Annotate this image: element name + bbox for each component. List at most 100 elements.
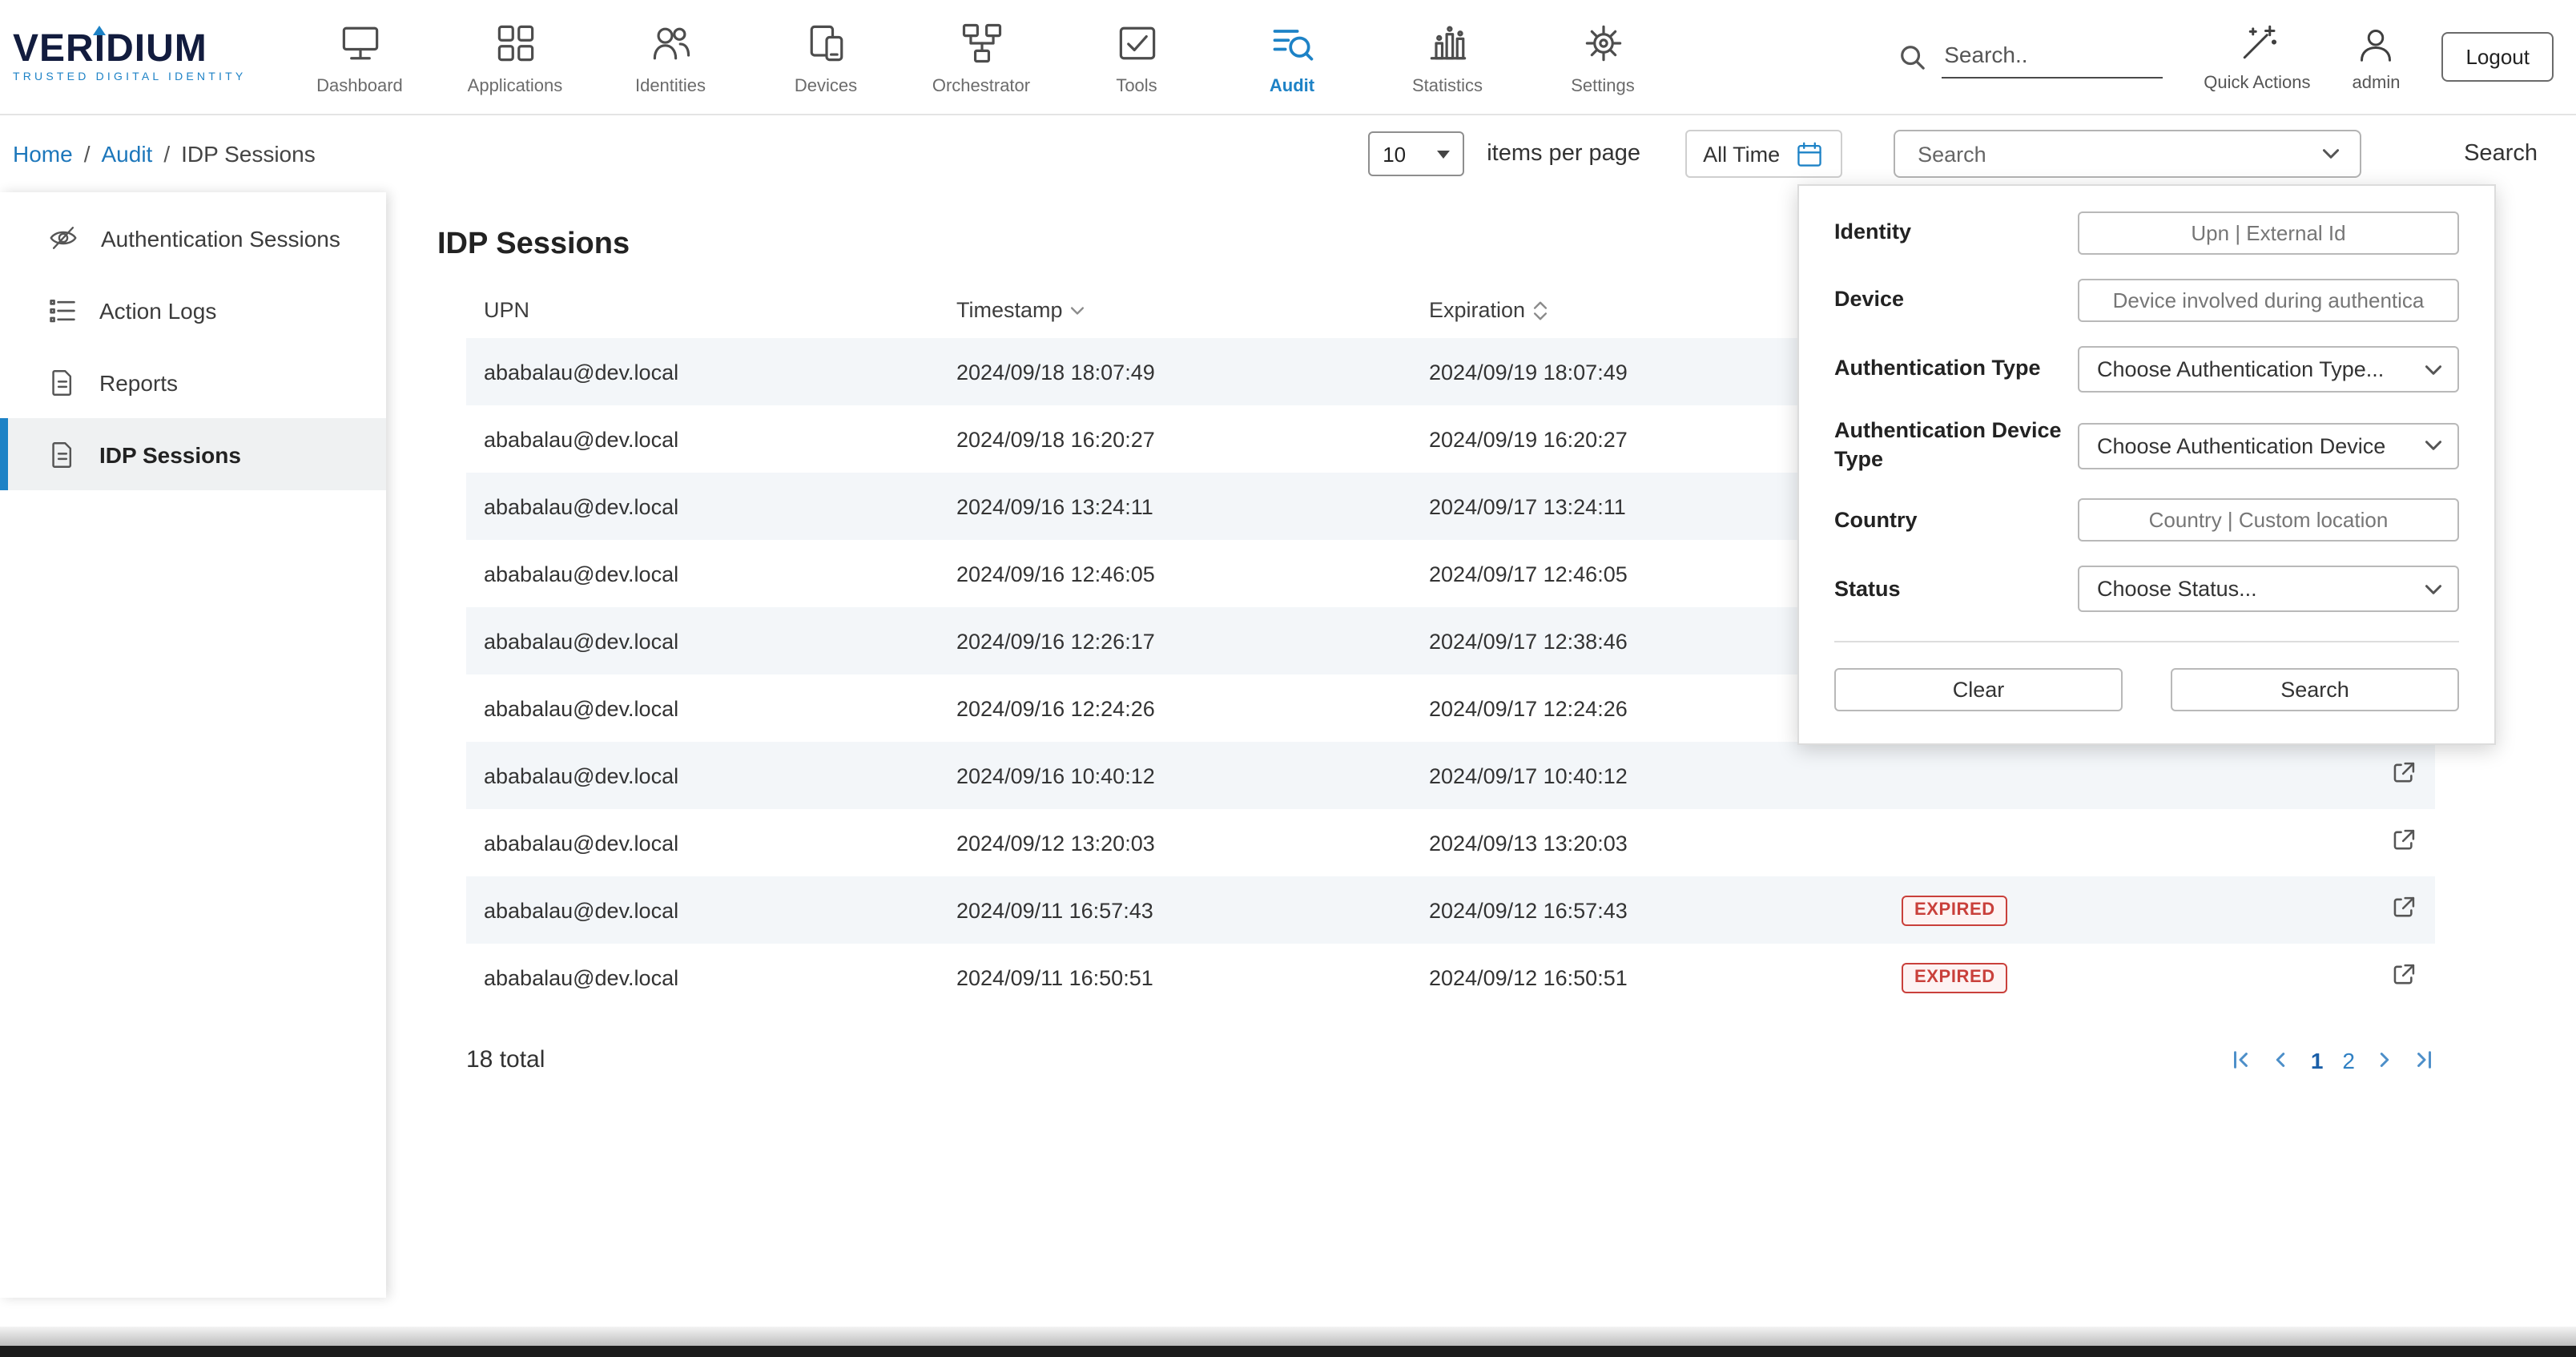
cell-upn: ababalau@dev.local <box>466 473 939 540</box>
cell-upn: ababalau@dev.local <box>466 405 939 473</box>
sidebar-item-reports[interactable]: Reports <box>0 346 386 418</box>
filter-row-identity: Identity <box>1834 211 2459 255</box>
bottom-dark-bar <box>0 1346 2576 1357</box>
filter-row-auth-type: Authentication Type Choose Authenticatio… <box>1834 346 2459 393</box>
device-label: Device <box>1834 286 2075 315</box>
filter-row-country: Country <box>1834 499 2459 542</box>
identity-label: Identity <box>1834 219 2075 248</box>
admin-user-button[interactable]: admin <box>2353 22 2401 92</box>
sidebar-item-idp-sessions[interactable]: IDP Sessions <box>0 418 386 490</box>
last-page-icon[interactable] <box>2414 1049 2435 1070</box>
search-combobox[interactable]: Search <box>1894 130 2361 178</box>
open-session-icon[interactable] <box>2390 759 2417 787</box>
auth-device-type-label: Authentication Device Type <box>1834 417 2075 475</box>
column-header-upn: UPN <box>466 285 939 338</box>
sidebar-item-action-logs[interactable]: Action Logs <box>0 274 386 346</box>
sidebar-item-label: Action Logs <box>99 297 216 323</box>
status-select[interactable]: Choose Status... <box>2078 566 2459 613</box>
first-page-icon[interactable] <box>2231 1049 2252 1070</box>
device-input[interactable] <box>2078 279 2459 322</box>
items-per-page-value: 10 <box>1383 142 1406 166</box>
cell-upn: ababalau@dev.local <box>466 809 939 876</box>
page-number-2[interactable]: 2 <box>2342 1047 2355 1073</box>
status-badge: EXPIRED <box>1902 895 2008 925</box>
filter-row-status: Status Choose Status... <box>1834 566 2459 613</box>
chevron-down-icon <box>2321 147 2341 160</box>
chevron-down-icon <box>2424 363 2443 376</box>
control-bar: Home / Audit / IDP Sessions 10 items per… <box>0 115 2576 192</box>
pagination: 1 2 <box>2231 1047 2435 1073</box>
bottom-gradient-strip <box>0 1327 2576 1346</box>
nav-item-applications[interactable]: Applications <box>437 0 593 114</box>
cell-status <box>1884 742 2371 809</box>
logo-tagline: TRUSTED DIGITAL IDENTITY <box>13 72 282 83</box>
logo-wordmark: VERIDIUM <box>13 30 282 69</box>
cell-timestamp: 2024/09/16 12:24:26 <box>939 674 1411 742</box>
cell-upn: ababalau@dev.local <box>466 674 939 742</box>
nav-item-dashboard[interactable]: Dashboard <box>282 0 437 114</box>
cell-upn: ababalau@dev.local <box>466 742 939 809</box>
nav-label: Dashboard <box>316 76 403 95</box>
cell-expiration: 2024/09/17 10:40:12 <box>1411 742 1884 809</box>
search-button[interactable]: Search <box>2451 131 2550 176</box>
page-number-1[interactable]: 1 <box>2311 1047 2324 1073</box>
cell-timestamp: 2024/09/16 10:40:12 <box>939 742 1411 809</box>
table-row[interactable]: ababalau@dev.local 2024/09/12 13:20:03 2… <box>466 809 2435 876</box>
auth-type-label: Authentication Type <box>1834 355 2075 384</box>
breadcrumb-current: IDP Sessions <box>181 141 316 167</box>
nav-item-tools[interactable]: Tools <box>1059 0 1214 114</box>
logout-button[interactable]: Logout <box>2441 32 2554 82</box>
table-row[interactable]: ababalau@dev.local 2024/09/11 16:50:51 2… <box>466 944 2435 1011</box>
cell-timestamp: 2024/09/11 16:57:43 <box>939 876 1411 944</box>
breadcrumb-audit[interactable]: Audit <box>102 141 153 167</box>
cell-timestamp: 2024/09/12 13:20:03 <box>939 809 1411 876</box>
open-session-icon[interactable] <box>2390 961 2417 989</box>
clear-button[interactable]: Clear <box>1834 669 2123 712</box>
previous-page-icon[interactable] <box>2271 1049 2292 1070</box>
country-input[interactable] <box>2078 499 2459 542</box>
open-session-icon[interactable] <box>2390 894 2417 921</box>
breadcrumb-home[interactable]: Home <box>13 141 73 167</box>
top-bar: VERIDIUM TRUSTED DIGITAL IDENTITY Dashbo… <box>0 0 2576 115</box>
auth-device-type-select[interactable]: Choose Authentication Device <box>2078 422 2459 469</box>
nav-item-identities[interactable]: Identities <box>593 0 748 114</box>
cell-timestamp: 2024/09/11 16:50:51 <box>939 944 1411 1011</box>
cell-actions <box>2371 809 2435 876</box>
nav-item-statistics[interactable]: Statistics <box>1370 0 1525 114</box>
breadcrumb: Home / Audit / IDP Sessions <box>13 141 316 167</box>
cell-upn: ababalau@dev.local <box>466 876 939 944</box>
cell-timestamp: 2024/09/18 18:07:49 <box>939 338 1411 405</box>
identity-input[interactable] <box>2078 211 2459 255</box>
nav-label: Tools <box>1116 76 1157 95</box>
sidebar-item-label: IDP Sessions <box>99 441 241 467</box>
items-per-page-select[interactable]: 10 <box>1368 131 1464 176</box>
cell-expiration: 2024/09/12 16:57:43 <box>1411 876 1884 944</box>
status-label: Status <box>1834 575 2075 604</box>
global-search-input[interactable] <box>1941 35 2162 79</box>
quick-actions-label: Quick Actions <box>2204 73 2310 92</box>
column-header-timestamp[interactable]: Timestamp <box>939 285 1411 338</box>
table-row[interactable]: ababalau@dev.local 2024/09/16 10:40:12 2… <box>466 742 2435 809</box>
magic-wand-icon <box>2235 22 2280 66</box>
nav-item-orchestrator[interactable]: Orchestrator <box>904 0 1059 114</box>
sidebar-item-authentication-sessions[interactable]: Authentication Sessions <box>0 202 386 274</box>
time-filter-button[interactable]: All Time <box>1685 130 1842 178</box>
main-navigation: Dashboard Applications Identities Device… <box>282 0 1680 114</box>
nav-item-settings[interactable]: Settings <box>1525 0 1680 114</box>
document-icon <box>48 368 77 397</box>
next-page-icon[interactable] <box>2374 1049 2395 1070</box>
quick-actions-button[interactable]: Quick Actions <box>2204 22 2310 92</box>
nav-item-devices[interactable]: Devices <box>748 0 904 114</box>
settings-icon <box>1579 18 1627 66</box>
nav-label: Devices <box>795 76 857 95</box>
table-row[interactable]: ababalau@dev.local 2024/09/11 16:57:43 2… <box>466 876 2435 944</box>
list-icon <box>48 296 77 324</box>
nav-item-audit[interactable]: Audit <box>1214 0 1370 114</box>
auth-type-select[interactable]: Choose Authentication Type... <box>2078 346 2459 393</box>
sort-both-icon <box>1533 300 1548 320</box>
open-session-icon[interactable] <box>2390 827 2417 854</box>
tools-icon <box>1113 18 1161 66</box>
veridium-logo[interactable]: VERIDIUM TRUSTED DIGITAL IDENTITY <box>13 0 282 114</box>
filter-search-button[interactable]: Search <box>2171 669 2459 712</box>
cell-upn: ababalau@dev.local <box>466 540 939 607</box>
